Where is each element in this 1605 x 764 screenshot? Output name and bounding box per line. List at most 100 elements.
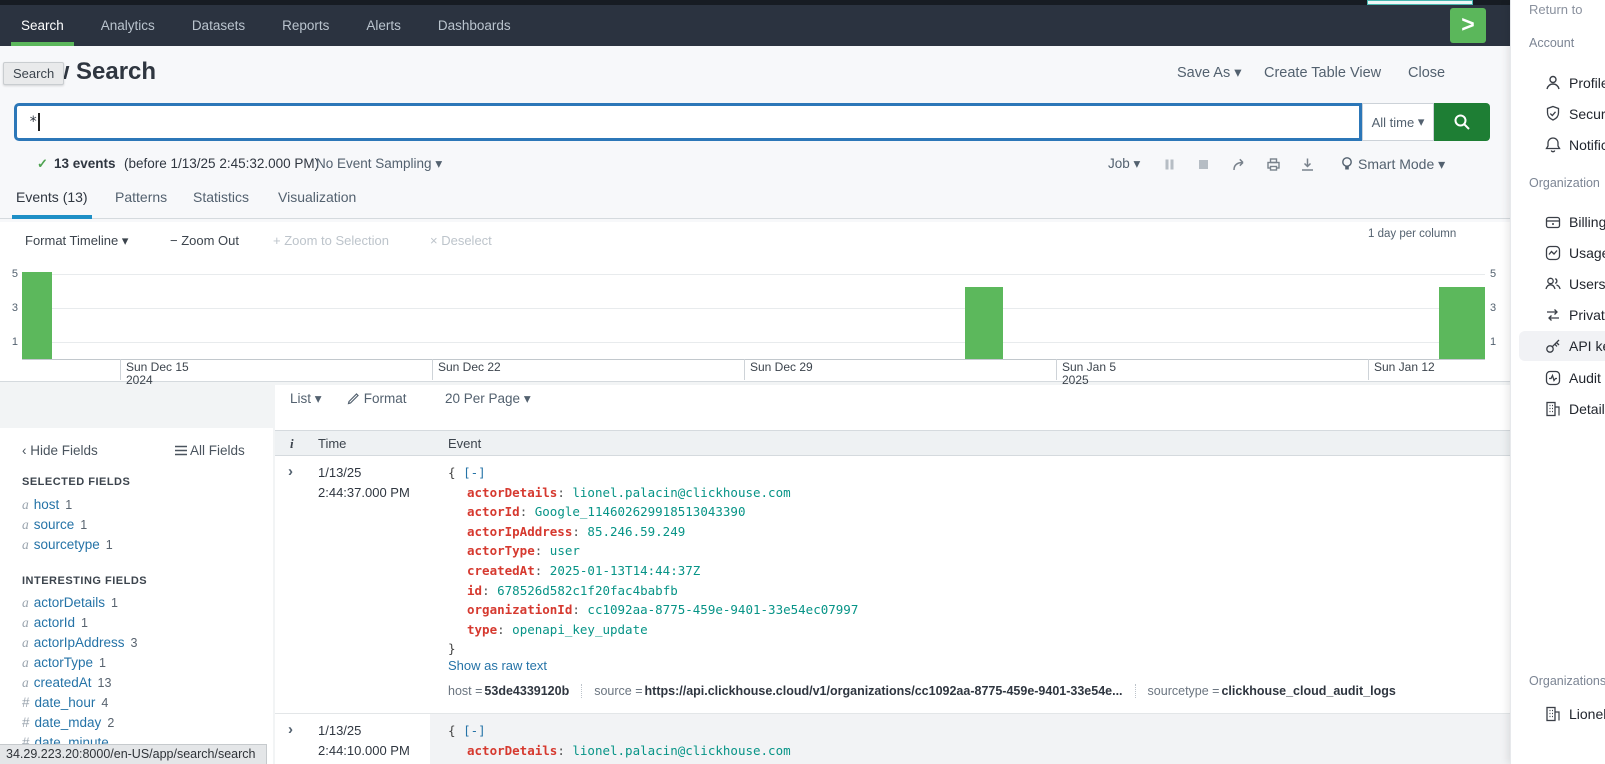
search-input[interactable]: *: [14, 103, 1362, 141]
field-source[interactable]: asource1: [22, 517, 87, 535]
expand-event-arrow[interactable]: ›: [288, 721, 293, 738]
json-key[interactable]: createdAt: [467, 563, 550, 578]
events-table-header: i Time Event: [275, 430, 1510, 456]
tab-patterns[interactable]: Patterns: [115, 189, 167, 219]
field-host[interactable]: ahost1: [22, 497, 72, 515]
return-to-link[interactable]: Return to: [1529, 2, 1605, 17]
field-actorDetails[interactable]: aactorDetails1: [22, 595, 118, 613]
timeline-panel: Format Timeline ▾ − Zoom Out + Zoom to S…: [0, 222, 1510, 382]
menu-item-security[interactable]: Security: [1511, 104, 1605, 126]
field-actorId[interactable]: aactorId1: [22, 615, 88, 633]
y-tick-left: 3: [2, 302, 18, 314]
menu-item-api-keys[interactable]: API keys: [1511, 336, 1605, 358]
event-count: 13 events: [54, 156, 116, 171]
nav-item-search[interactable]: Search: [11, 5, 74, 46]
json-key[interactable]: actorId: [467, 504, 535, 519]
event-sampling-dropdown[interactable]: No Event Sampling ▾: [316, 156, 442, 172]
json-value[interactable]: 85.246.59.249: [587, 524, 685, 539]
print-icon[interactable]: [1266, 157, 1281, 172]
column-header-event: Event: [448, 436, 481, 451]
menu-item-details[interactable]: Details: [1511, 399, 1605, 421]
json-key[interactable]: organizationId: [467, 602, 587, 617]
close-button[interactable]: Close: [1408, 65, 1445, 81]
export-icon[interactable]: [1300, 157, 1315, 172]
json-value[interactable]: lionel.palacin@clickhouse.com: [572, 743, 790, 758]
tab-statistics[interactable]: Statistics: [193, 189, 249, 219]
json-key[interactable]: type: [467, 622, 512, 637]
tab-visualization[interactable]: Visualization: [278, 189, 356, 219]
active-tab-underline: [12, 215, 92, 219]
menu-item-organization-lionel[interactable]: Lionel: [1511, 704, 1605, 726]
share-icon[interactable]: [1232, 157, 1247, 172]
deselect-button: × Deselect: [430, 233, 492, 248]
magnifier-icon: [1453, 113, 1471, 131]
save-as-button[interactable]: Save As ▾: [1177, 65, 1242, 81]
menu-item-profile[interactable]: Profile: [1511, 73, 1605, 95]
field-sourcetype[interactable]: asourcetype1: [22, 537, 113, 555]
search-button[interactable]: [1434, 103, 1490, 141]
create-table-view-button[interactable]: Create Table View: [1264, 65, 1381, 81]
json-key[interactable]: actorIpAddress: [467, 524, 587, 539]
json-value[interactable]: lionel.palacin@clickhouse.com: [572, 485, 790, 500]
nav-item-reports[interactable]: Reports: [272, 5, 339, 46]
hide-fields-button[interactable]: ‹ Hide Fields: [22, 443, 98, 458]
json-value[interactable]: 2025-01-13T14:44:37Z: [550, 563, 701, 578]
field-date_mday[interactable]: #date_mday2: [22, 715, 114, 733]
json-value[interactable]: user: [550, 543, 580, 558]
splunk-logo[interactable]: >: [1450, 8, 1486, 43]
histogram-bar[interactable]: [22, 272, 52, 359]
nav-item-analytics[interactable]: Analytics: [91, 5, 165, 46]
show-raw-text-link[interactable]: Show as raw text: [448, 658, 547, 673]
nav-item-datasets[interactable]: Datasets: [182, 5, 255, 46]
meta-sourcetype[interactable]: sourcetypeclickhouse_cloud_audit_logs: [1135, 684, 1396, 698]
field-createdAt[interactable]: acreatedAt13: [22, 675, 111, 693]
menu-item-billing[interactable]: Billing: [1511, 212, 1605, 234]
field-actorIpAddress[interactable]: aactorIpAddress3: [22, 635, 138, 653]
all-fields-button[interactable]: All Fields: [175, 443, 245, 458]
format-results-button[interactable]: Format: [347, 391, 407, 406]
json-value[interactable]: cc1092aa-8775-459e-9401-33e54ec07997: [587, 602, 858, 617]
nav-item-alerts[interactable]: Alerts: [356, 5, 411, 46]
smart-mode-dropdown[interactable]: Smart Mode ▾: [1358, 156, 1445, 173]
stop-icon[interactable]: [1197, 158, 1210, 171]
menu-item-usage[interactable]: Usage: [1511, 243, 1605, 265]
y-tick-right: 5: [1490, 268, 1506, 280]
list-view-dropdown[interactable]: List ▾: [290, 391, 322, 407]
histogram-bar[interactable]: [1439, 287, 1485, 359]
menu-item-private-endpoints[interactable]: Private endpoints: [1511, 305, 1605, 327]
audit-pulse-icon: [1544, 369, 1562, 387]
per-page-dropdown[interactable]: 20 Per Page ▾: [445, 391, 531, 407]
zoom-out-button[interactable]: − Zoom Out: [170, 233, 239, 248]
time-range-picker[interactable]: All time ▾: [1362, 103, 1434, 141]
nav-item-dashboards[interactable]: Dashboards: [428, 5, 521, 46]
json-key[interactable]: actorDetails: [467, 485, 572, 500]
menu-item-notifications[interactable]: Notifications: [1511, 135, 1605, 157]
menu-item-audit[interactable]: Audit: [1511, 368, 1605, 390]
json-value[interactable]: openapi_key_update: [512, 622, 647, 637]
tab-events[interactable]: Events (13): [16, 189, 88, 219]
collapse-json-toggle[interactable]: [-]: [463, 465, 486, 480]
organization-section-header: Organization: [1529, 176, 1605, 190]
json-value[interactable]: 678526d582c1f20fac4babfb: [497, 583, 678, 598]
meta-host[interactable]: host53de4339120b: [448, 684, 569, 698]
timeline-scale-note: 1 day per column: [1368, 228, 1456, 240]
json-value[interactable]: Google_114602629918513043390: [535, 504, 746, 519]
json-key[interactable]: actorDetails: [467, 743, 572, 758]
json-key[interactable]: id: [467, 583, 497, 598]
expand-event-arrow[interactable]: ›: [288, 463, 293, 480]
y-tick-right: 1: [1490, 336, 1506, 348]
x-tick: [120, 359, 121, 380]
field-date_hour[interactable]: #date_hour4: [22, 695, 108, 713]
collapse-json-toggle[interactable]: [-]: [463, 723, 486, 738]
json-key[interactable]: actorType: [467, 543, 550, 558]
format-timeline-dropdown[interactable]: Format Timeline ▾: [25, 233, 128, 249]
histogram-bar[interactable]: [965, 287, 1003, 359]
building-icon: [1544, 400, 1562, 418]
meta-source[interactable]: sourcehttps://api.clickhouse.cloud/v1/or…: [581, 684, 1122, 698]
pause-icon[interactable]: [1163, 158, 1176, 171]
field-actorType[interactable]: aactorType1: [22, 655, 106, 673]
event-meta-row: host53de4339120b sourcehttps://api.click…: [448, 684, 1396, 698]
menu-item-users[interactable]: Users: [1511, 274, 1605, 296]
job-menu[interactable]: Job ▾: [1108, 156, 1140, 172]
chevron-down-icon: ▾: [435, 156, 442, 171]
